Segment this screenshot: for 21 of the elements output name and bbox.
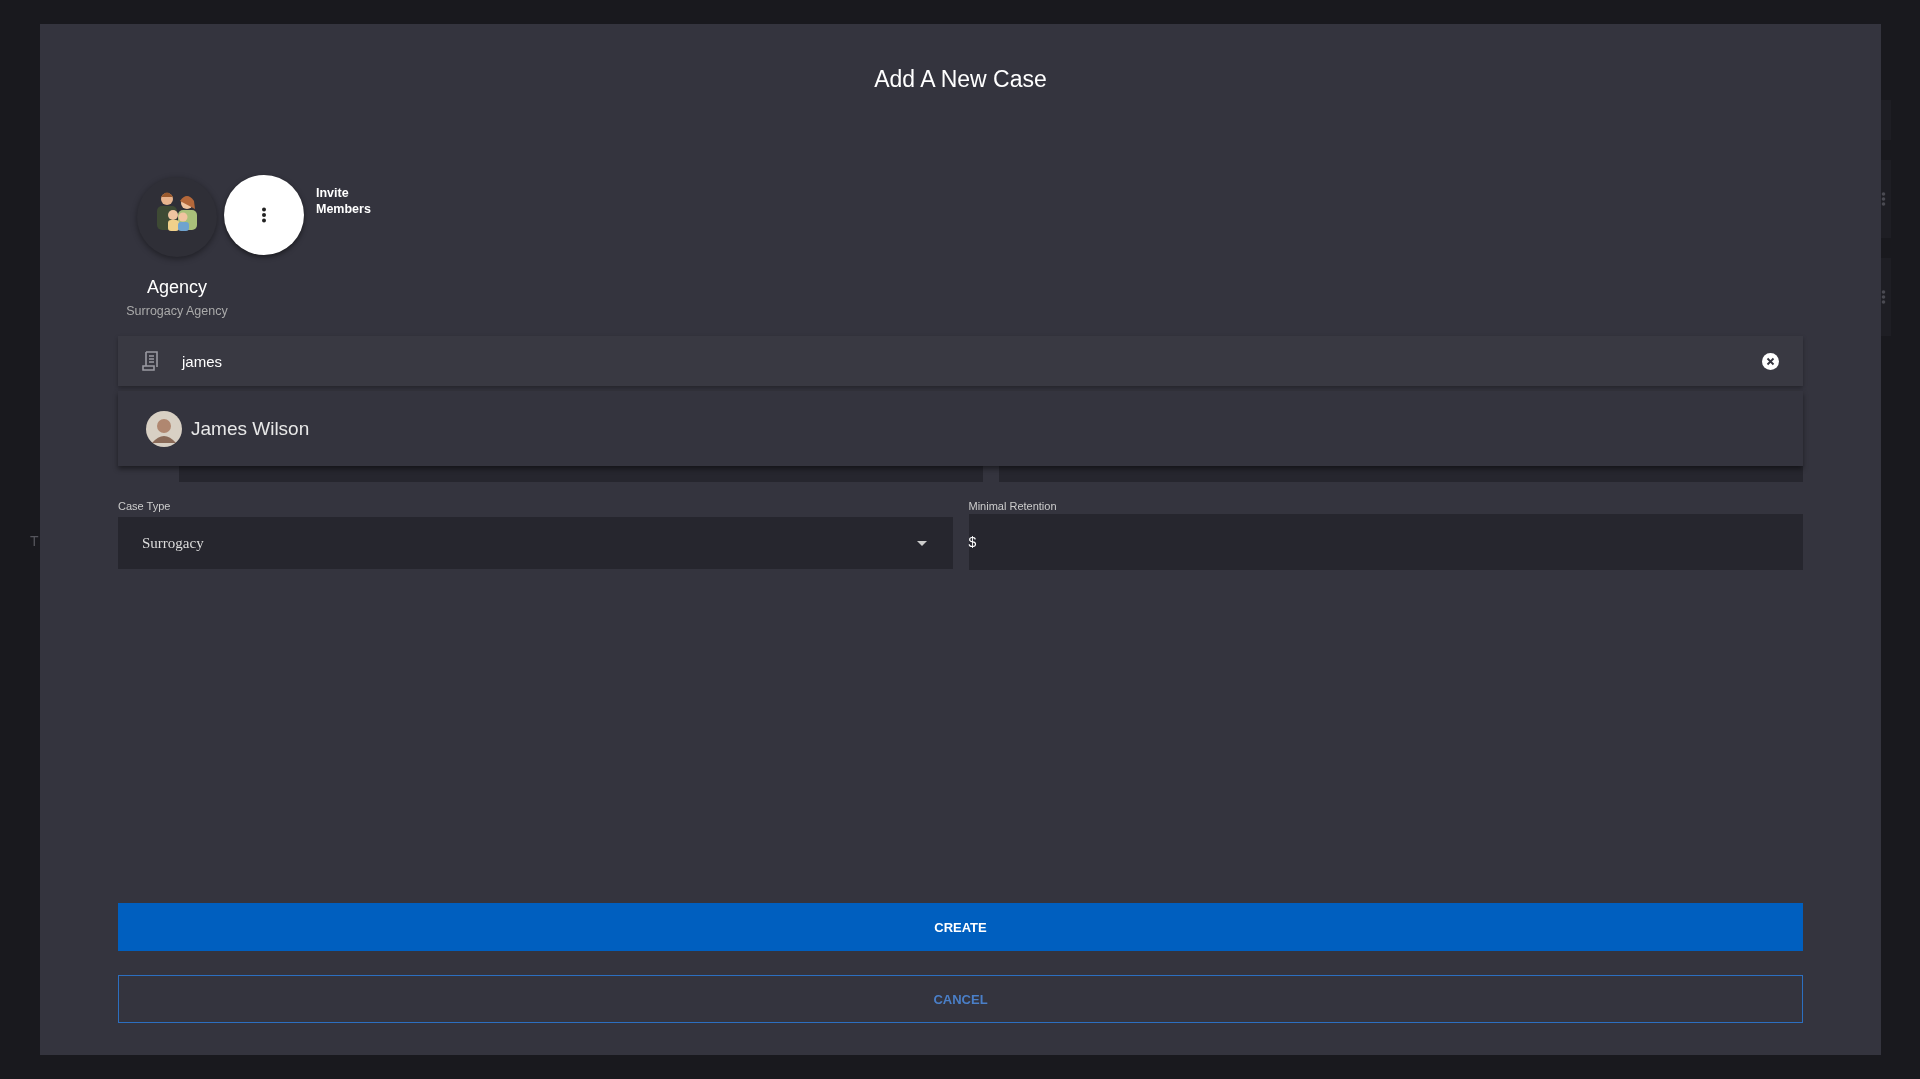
case-type-select[interactable]: Surrogacy xyxy=(118,517,953,569)
more-icon xyxy=(261,207,267,223)
agency-type: Surrogacy Agency xyxy=(126,304,228,318)
search-field[interactable]: james xyxy=(118,336,1803,386)
receipt-icon xyxy=(142,351,160,371)
caret-icon xyxy=(916,540,927,546)
retention-field[interactable]: $ xyxy=(968,514,1803,570)
more-icon[interactable] xyxy=(1881,290,1886,304)
field-label: Case Type xyxy=(118,500,172,512)
agency-name: Agency xyxy=(146,277,207,298)
dialog-title: Add A New Case xyxy=(873,66,1048,93)
more-button[interactable] xyxy=(224,175,304,255)
more-icon[interactable] xyxy=(1881,192,1886,206)
card-background xyxy=(1881,100,1891,140)
create-button[interactable]: CREATE xyxy=(118,903,1803,951)
clear-icon[interactable] xyxy=(1762,352,1779,370)
avatar xyxy=(146,410,182,447)
field-label: Minimal Retention xyxy=(968,500,1058,512)
invite-members-label[interactable]: Invite Members xyxy=(316,185,376,217)
background-text: T xyxy=(30,533,39,549)
suggestion-item[interactable]: James Wilson xyxy=(118,391,1803,466)
